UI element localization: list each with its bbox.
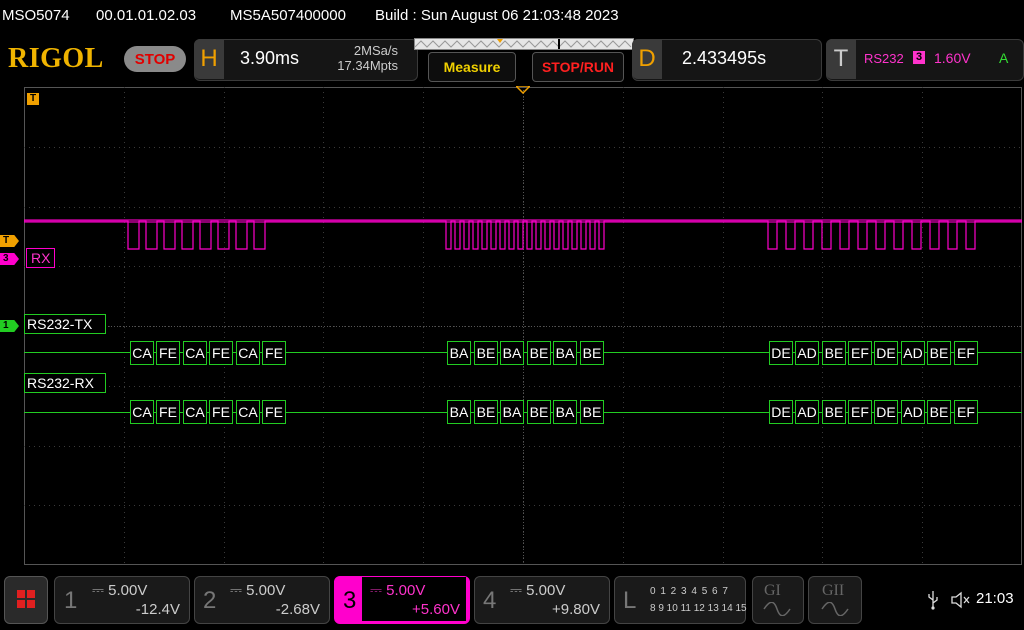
rx-byte: FE bbox=[156, 400, 180, 424]
rx-byte: BE bbox=[474, 400, 498, 424]
timebase-value: 3.90ms bbox=[240, 48, 300, 68]
top-info-bar: MSO5074 00.01.01.02.03 MS5A507400000 Bui… bbox=[0, 0, 1024, 34]
rx-byte: DE bbox=[769, 400, 793, 424]
rx-byte: CA bbox=[130, 400, 154, 424]
sample-rate: 2MSa/s bbox=[353, 43, 398, 58]
tx-byte: DE bbox=[874, 341, 898, 365]
rx-byte: BA bbox=[500, 400, 524, 424]
rx-byte: BA bbox=[553, 400, 577, 424]
tx-byte: CA bbox=[183, 341, 207, 365]
tx-byte: BE bbox=[580, 341, 604, 365]
tx-byte: EF bbox=[954, 341, 978, 365]
trigger-type: RS232 bbox=[864, 51, 904, 66]
rigol-logo: RIGOL bbox=[8, 43, 104, 74]
rx-byte: AD bbox=[795, 400, 819, 424]
tx-byte: BA bbox=[447, 341, 471, 365]
horizontal-letter: H bbox=[194, 39, 224, 79]
logic-letter: L bbox=[623, 587, 637, 614]
model-label: MSO5074 bbox=[2, 7, 70, 24]
rx-byte: EF bbox=[954, 400, 978, 424]
run-state-button[interactable]: STOP bbox=[124, 46, 186, 72]
measure-button[interactable]: Measure bbox=[428, 52, 516, 82]
rx-byte: FE bbox=[209, 400, 233, 424]
firmware-label: 00.01.01.02.03 bbox=[96, 7, 197, 24]
channel-3-number: 3 bbox=[343, 587, 357, 614]
channel-2-offset: -2.68V bbox=[275, 601, 320, 618]
delay-value: 2.433495s bbox=[682, 48, 767, 68]
tx-byte: CA bbox=[130, 341, 154, 365]
trigger-position-marker[interactable]: T bbox=[27, 93, 39, 105]
channel-4-number: 4 bbox=[483, 587, 497, 614]
rx-byte: BE bbox=[927, 400, 951, 424]
stop-run-button[interactable]: STOP/RUN bbox=[532, 52, 624, 82]
tx-byte: BA bbox=[553, 341, 577, 365]
tx-byte: BE bbox=[527, 341, 551, 365]
rx-byte: BE bbox=[580, 400, 604, 424]
memory-depth: 17.34Mpts bbox=[337, 58, 398, 73]
ch1-position-marker[interactable]: 1 bbox=[0, 320, 19, 332]
channel-1-number: 1 bbox=[64, 587, 78, 614]
tx-byte: FE bbox=[209, 341, 233, 365]
rs232-rx-bus-label: RS232-RX bbox=[24, 373, 106, 393]
rx-channel-label: RX bbox=[26, 248, 56, 268]
channel-4-offset: +9.80V bbox=[552, 601, 600, 618]
trigger-level: 1.60V bbox=[934, 50, 971, 66]
trigger-time-marker bbox=[516, 86, 530, 94]
overview-trigger-marker bbox=[497, 39, 503, 43]
memory-overview-bar[interactable] bbox=[414, 38, 634, 50]
channel-3-scale: ⎓ 5.00V bbox=[370, 582, 426, 599]
rx-byte: CA bbox=[236, 400, 260, 424]
speaker-muted-icon[interactable] bbox=[950, 591, 972, 609]
rx-byte: BA bbox=[447, 400, 471, 424]
trigger-letter: T bbox=[826, 39, 856, 79]
rx-byte: BE bbox=[822, 400, 846, 424]
usb-icon[interactable] bbox=[926, 590, 940, 610]
rx-byte: CA bbox=[183, 400, 207, 424]
tx-byte: EF bbox=[848, 341, 872, 365]
rx-byte: AD bbox=[901, 400, 925, 424]
tx-byte: AD bbox=[795, 341, 819, 365]
tx-byte: FE bbox=[262, 341, 286, 365]
channel-4-scale: ⎓ 5.00V bbox=[510, 582, 566, 599]
tx-byte: BE bbox=[474, 341, 498, 365]
rx-byte: EF bbox=[848, 400, 872, 424]
tx-byte: AD bbox=[901, 341, 925, 365]
menu-grid-icon bbox=[17, 590, 35, 608]
tx-byte: BA bbox=[500, 341, 524, 365]
ch3-rx-trace bbox=[24, 220, 1022, 250]
ch3-noise-band bbox=[24, 219, 1022, 223]
trigger-mode: A bbox=[999, 50, 1009, 66]
build-label: Build : Sun August 06 21:03:48 2023 bbox=[375, 7, 619, 24]
overview-pattern bbox=[415, 39, 632, 49]
logic-channels-row2: 8 9 10 11 12 13 14 15 bbox=[650, 603, 747, 614]
waveform-grid[interactable] bbox=[24, 87, 1022, 565]
channel-1-scale: ⎓ 5.00V bbox=[92, 582, 148, 599]
tx-byte: BE bbox=[927, 341, 951, 365]
generator-2-label: GII bbox=[822, 582, 845, 599]
overview-window-marker bbox=[558, 39, 560, 49]
delay-letter: D bbox=[632, 39, 662, 79]
ch3-position-marker[interactable]: 3 bbox=[0, 253, 19, 265]
generator-1-sine-icon bbox=[763, 602, 791, 616]
tx-byte: DE bbox=[769, 341, 793, 365]
rx-byte: BE bbox=[527, 400, 551, 424]
trigger-level-marker[interactable]: T bbox=[0, 235, 19, 247]
rx-byte: FE bbox=[262, 400, 286, 424]
logic-channels-row1: 0 1 2 3 4 5 6 7 bbox=[650, 586, 729, 597]
tx-byte: CA bbox=[236, 341, 260, 365]
rs232-tx-bus-label: RS232-TX bbox=[24, 314, 106, 334]
rx-byte: DE bbox=[874, 400, 898, 424]
channel-2-scale: ⎓ 5.00V bbox=[230, 582, 286, 599]
clock-time: 21:03 bbox=[976, 590, 1014, 607]
channel-1-offset: -12.4V bbox=[135, 601, 180, 618]
tx-byte: BE bbox=[822, 341, 846, 365]
channel-3-offset: +5.60V bbox=[412, 601, 460, 618]
serial-label: MS5A507400000 bbox=[230, 7, 346, 24]
channel-2-number: 2 bbox=[203, 587, 217, 614]
trigger-source: 3 bbox=[913, 51, 925, 64]
main-menu-button[interactable] bbox=[4, 576, 48, 624]
tx-byte: FE bbox=[156, 341, 180, 365]
generator-1-label: GI bbox=[764, 582, 781, 599]
generator-2-sine-icon bbox=[821, 602, 849, 616]
